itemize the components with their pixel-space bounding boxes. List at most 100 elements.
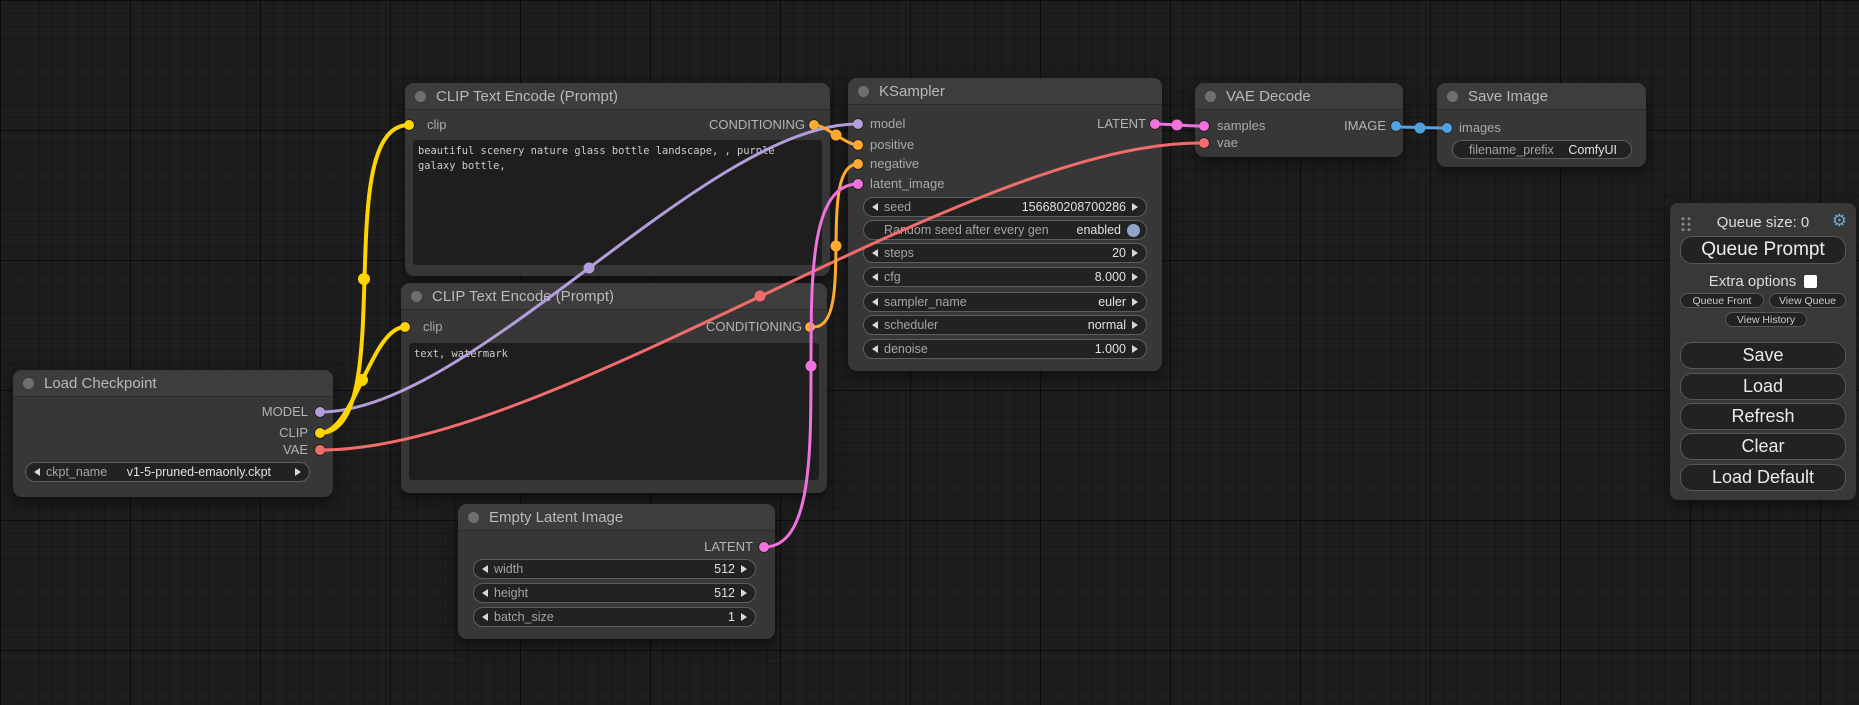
increment-arrow-icon[interactable]: [295, 468, 301, 476]
queue-panel[interactable]: Queue size: 0 ⚙ Queue Prompt Extra optio…: [1670, 203, 1856, 500]
view-queue-button[interactable]: View Queue: [1769, 293, 1846, 308]
link-midpoint-dot: [1415, 123, 1426, 134]
node-vae-decode[interactable]: VAE Decode samples vae IMAGE: [1195, 83, 1403, 157]
ckpt-name-widget[interactable]: ckpt_name v1-5-pruned-emaonly.ckpt: [25, 462, 310, 482]
decrement-arrow-icon[interactable]: [872, 345, 878, 353]
height-widget[interactable]: height 512: [473, 583, 756, 603]
node-save-image[interactable]: Save Image images filename_prefix ComfyU…: [1437, 83, 1646, 167]
port-model-output[interactable]: [315, 407, 325, 417]
node-clip-text-encode-negative[interactable]: CLIP Text Encode (Prompt) clip CONDITION…: [401, 283, 827, 493]
wire-clip-positive: [320, 125, 409, 433]
save-button[interactable]: Save: [1680, 342, 1846, 369]
negative-prompt-textarea[interactable]: text, watermark: [409, 343, 819, 480]
node-title-bar[interactable]: Save Image: [1437, 83, 1646, 110]
decrement-arrow-icon[interactable]: [872, 298, 878, 306]
port-conditioning-output[interactable]: [809, 120, 819, 130]
port-clip-input[interactable]: [400, 322, 410, 332]
queue-prompt-button[interactable]: Queue Prompt: [1680, 236, 1846, 264]
collapse-dot-icon[interactable]: [415, 91, 426, 102]
collapse-dot-icon[interactable]: [1205, 91, 1216, 102]
increment-arrow-icon[interactable]: [1132, 298, 1138, 306]
node-title-bar[interactable]: CLIP Text Encode (Prompt): [401, 283, 827, 310]
extra-options-checkbox[interactable]: [1804, 275, 1817, 288]
decrement-arrow-icon[interactable]: [872, 321, 878, 329]
node-clip-text-encode-positive[interactable]: CLIP Text Encode (Prompt) clip CONDITION…: [405, 83, 830, 276]
increment-arrow-icon[interactable]: [1132, 203, 1138, 211]
positive-prompt-textarea[interactable]: beautiful scenery nature glass bottle la…: [413, 140, 822, 265]
increment-arrow-icon[interactable]: [1132, 321, 1138, 329]
decrement-arrow-icon[interactable]: [482, 565, 488, 573]
clear-button[interactable]: Clear: [1680, 433, 1846, 460]
node-title-bar[interactable]: Load Checkpoint: [13, 370, 333, 397]
node-title-bar[interactable]: CLIP Text Encode (Prompt): [405, 83, 830, 110]
width-widget[interactable]: width 512: [473, 559, 756, 579]
collapse-dot-icon[interactable]: [858, 86, 869, 97]
batch-size-widget[interactable]: batch_size 1: [473, 607, 756, 627]
port-latent-output[interactable]: [1150, 119, 1160, 129]
port-conditioning-output[interactable]: [805, 322, 815, 332]
increment-arrow-icon[interactable]: [741, 613, 747, 621]
denoise-widget[interactable]: denoise 1.000: [863, 339, 1147, 359]
increment-arrow-icon[interactable]: [1132, 249, 1138, 257]
steps-widget[interactable]: steps 20: [863, 243, 1147, 263]
refresh-button[interactable]: Refresh: [1680, 403, 1846, 430]
port-vae-input[interactable]: [1199, 138, 1209, 148]
decrement-arrow-icon[interactable]: [872, 249, 878, 257]
port-latent-output[interactable]: [759, 542, 769, 552]
collapse-dot-icon[interactable]: [1447, 91, 1458, 102]
filename-prefix-widget[interactable]: filename_prefix ComfyUI: [1452, 140, 1632, 159]
collapse-dot-icon[interactable]: [468, 512, 479, 523]
port-negative-input[interactable]: [853, 159, 863, 169]
increment-arrow-icon[interactable]: [741, 565, 747, 573]
node-title: CLIP Text Encode (Prompt): [436, 88, 618, 105]
toggle-circle-icon[interactable]: [1127, 224, 1140, 237]
port-clip-output[interactable]: [315, 428, 325, 438]
node-title-bar[interactable]: VAE Decode: [1195, 83, 1403, 110]
decrement-arrow-icon[interactable]: [34, 468, 40, 476]
node-title: CLIP Text Encode (Prompt): [432, 288, 614, 305]
increment-arrow-icon[interactable]: [1132, 345, 1138, 353]
node-load-checkpoint[interactable]: Load Checkpoint MODEL CLIP VAE ckpt_name…: [13, 370, 333, 497]
node-empty-latent-image[interactable]: Empty Latent Image LATENT width 512 heig…: [458, 504, 775, 639]
node-title: Save Image: [1468, 88, 1548, 105]
port-vae-output[interactable]: [315, 445, 325, 455]
node-title: KSampler: [879, 83, 945, 100]
random-seed-toggle-widget[interactable]: Random seed after every gen enabled: [863, 220, 1147, 240]
increment-arrow-icon[interactable]: [1132, 273, 1138, 281]
link-midpoint-dot: [831, 130, 842, 141]
decrement-arrow-icon[interactable]: [872, 203, 878, 211]
queue-front-button[interactable]: Queue Front: [1680, 293, 1764, 308]
sampler-name-widget[interactable]: sampler_name euler: [863, 292, 1147, 312]
cfg-widget[interactable]: cfg 8.000: [863, 267, 1147, 287]
extra-options-label: Extra options: [1709, 273, 1797, 290]
view-history-button[interactable]: View History: [1725, 312, 1807, 327]
node-graph-canvas[interactable]: Load Checkpoint MODEL CLIP VAE ckpt_name…: [0, 0, 1859, 705]
port-latent-image-input[interactable]: [853, 179, 863, 189]
port-samples-input[interactable]: [1199, 121, 1209, 131]
node-title-bar[interactable]: Empty Latent Image: [458, 504, 775, 531]
input-slot-latent-image: latent_image: [870, 175, 944, 193]
port-clip-input[interactable]: [404, 120, 414, 130]
node-title: Load Checkpoint: [44, 375, 157, 392]
collapse-dot-icon[interactable]: [23, 378, 34, 389]
output-slot-latent: LATENT: [1097, 115, 1146, 133]
port-images-input[interactable]: [1442, 123, 1452, 133]
port-model-input[interactable]: [853, 119, 863, 129]
port-image-output[interactable]: [1391, 121, 1401, 131]
load-button[interactable]: Load: [1680, 373, 1846, 400]
node-title-bar[interactable]: KSampler: [848, 78, 1162, 105]
load-default-button[interactable]: Load Default: [1680, 464, 1846, 491]
seed-widget[interactable]: seed 156680208700286: [863, 197, 1147, 217]
increment-arrow-icon[interactable]: [741, 589, 747, 597]
input-slot-model: model: [870, 115, 905, 133]
collapse-dot-icon[interactable]: [411, 291, 422, 302]
link-midpoint-dot: [358, 273, 370, 285]
decrement-arrow-icon[interactable]: [872, 273, 878, 281]
port-positive-input[interactable]: [853, 140, 863, 150]
node-ksampler[interactable]: KSampler model positive negative latent_…: [848, 78, 1162, 371]
settings-gear-icon[interactable]: ⚙: [1832, 212, 1847, 230]
input-slot-clip: clip: [427, 116, 447, 134]
scheduler-widget[interactable]: scheduler normal: [863, 315, 1147, 335]
decrement-arrow-icon[interactable]: [482, 589, 488, 597]
decrement-arrow-icon[interactable]: [482, 613, 488, 621]
